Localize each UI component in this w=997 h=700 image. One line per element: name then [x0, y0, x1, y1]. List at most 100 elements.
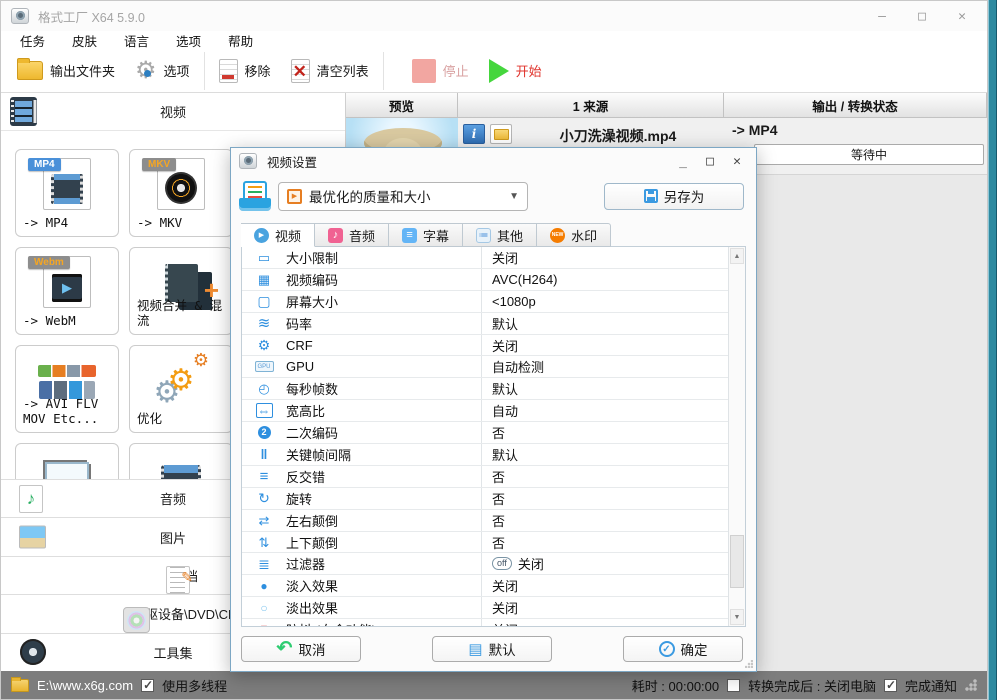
setting-value-text: 否 — [492, 535, 506, 551]
shutdown-after-checkbox[interactable] — [727, 678, 741, 692]
tab-other[interactable]: 其他 — [463, 223, 538, 247]
settings-row[interactable]: 过滤器 off 关闭 — [242, 553, 728, 576]
setting-value[interactable]: 关闭 — [481, 247, 728, 268]
tab-watermark[interactable]: 水印 — [537, 223, 612, 247]
settings-row[interactable]: 淡出效果 关闭 — [242, 597, 728, 620]
card-label: 视频合并 & 混流 — [137, 297, 223, 329]
settings-scrollbar[interactable]: ▲ ▼ — [728, 247, 745, 626]
settings-row[interactable]: 屏幕大小 <1080p — [242, 290, 728, 313]
watermark-tab-icon — [550, 227, 566, 243]
default-doc-icon: ▤ — [468, 640, 483, 658]
card-webm[interactable]: Webm -> WebM — [15, 247, 119, 335]
resize-grip[interactable] — [965, 679, 977, 691]
dialog-minimize-icon[interactable]: _ — [676, 154, 690, 169]
window-title: 格式工厂 X64 5.9.0 — [38, 10, 145, 25]
scrollbar-thumb[interactable] — [730, 535, 744, 589]
setting-value[interactable]: 否 — [481, 465, 728, 487]
menu-item[interactable]: 帮助 — [228, 31, 253, 50]
settings-row[interactable]: CRF 关闭 — [242, 334, 728, 357]
menu-item[interactable]: 任务 — [20, 31, 45, 50]
stop-button[interactable]: 停止 — [402, 52, 479, 90]
setting-value[interactable]: off 关闭 — [481, 553, 728, 575]
start-button[interactable]: 开始 — [479, 52, 552, 90]
close-icon[interactable]: ✕ — [955, 9, 969, 24]
output-path-folder-icon[interactable] — [11, 676, 29, 692]
setting-value[interactable]: 关闭 — [481, 597, 728, 619]
settings-row[interactable]: 左右颠倒 否 — [242, 509, 728, 532]
setting-value[interactable]: <1080p — [481, 290, 728, 312]
settings-row[interactable]: 防抖 (白金功能) 关闭 — [242, 619, 728, 626]
settings-row[interactable]: 二次编码 否 — [242, 422, 728, 445]
setting-value[interactable]: AVC(H264) — [481, 268, 728, 290]
settings-row[interactable]: 上下颠倒 否 — [242, 531, 728, 554]
card-avi-flv-mov[interactable]: -> AVI FLV MOV Etc... — [15, 345, 119, 433]
card-mp4[interactable]: MP4 -> MP4 — [15, 149, 119, 237]
info-icon[interactable]: i — [463, 124, 485, 144]
setting-value[interactable]: 关闭 — [481, 575, 728, 597]
card-optimize[interactable]: 优化 — [129, 345, 233, 433]
setting-value[interactable]: 自动检测 — [481, 356, 728, 378]
setting-value[interactable]: 默认 — [481, 444, 728, 465]
setting-value-text: 否 — [492, 491, 506, 507]
dialog-close-icon[interactable]: ✕ — [730, 154, 744, 169]
scroll-up-icon[interactable]: ▲ — [730, 248, 744, 264]
scroll-down-icon[interactable]: ▼ — [730, 609, 744, 625]
preset-select[interactable]: 最优化的质量和大小 ▼ — [278, 181, 528, 211]
settings-row[interactable]: 旋转 否 — [242, 487, 728, 510]
setting-value[interactable]: 默认 — [481, 378, 728, 400]
options-button[interactable]: ⚙ 选项 — [125, 52, 200, 90]
menu-item[interactable]: 皮肤 — [72, 31, 97, 50]
settings-row[interactable]: 淡入效果 关闭 — [242, 575, 728, 598]
settings-row[interactable]: 码率 默认 — [242, 312, 728, 335]
setting-value-text: <1080p — [492, 293, 536, 309]
open-folder-icon[interactable] — [490, 124, 512, 144]
setting-value[interactable]: 否 — [481, 509, 728, 531]
toolbar-separator — [203, 51, 205, 90]
setting-value[interactable]: 关闭 — [481, 619, 728, 626]
setting-value[interactable]: 默认 — [481, 312, 728, 334]
column-preview[interactable]: 预览 — [346, 93, 458, 118]
settings-row[interactable]: 宽高比 自动 — [242, 400, 728, 423]
card-crop-partial[interactable] — [15, 443, 119, 480]
card-clip-partial[interactable] — [129, 443, 233, 480]
setting-value[interactable]: 否 — [481, 422, 728, 444]
output-folder-button[interactable]: 输出文件夹 — [7, 52, 125, 90]
dialog-maximize-icon[interactable]: □ — [703, 154, 717, 169]
card-mkv[interactable]: MKV -> MKV — [129, 149, 233, 237]
default-button[interactable]: ▤ 默认 — [432, 636, 552, 662]
menu-item[interactable]: 语言 — [124, 31, 149, 50]
card-video-merge[interactable]: 视频合并 & 混流 — [129, 247, 233, 335]
setting-value[interactable]: 否 — [481, 487, 728, 509]
category-header-video[interactable]: 视频 — [1, 93, 345, 131]
settings-row[interactable]: 每秒帧数 默认 — [242, 378, 728, 401]
cancel-button[interactable]: ↶ 取消 — [241, 636, 361, 662]
clear-list-label: 清空列表 — [316, 64, 369, 79]
column-output-status[interactable]: 输出 / 转换状态 — [724, 93, 987, 118]
output-path[interactable]: E:\www.x6g.com — [37, 678, 133, 693]
multithread-checkbox[interactable] — [141, 678, 155, 692]
setting-value[interactable]: 自动 — [481, 400, 728, 422]
notify-checkbox[interactable] — [883, 678, 897, 692]
settings-row[interactable]: 关键帧间隔 默认 — [242, 444, 728, 466]
setting-value-text: 默认 — [492, 447, 519, 463]
menu-item[interactable]: 选项 — [176, 31, 201, 50]
settings-row[interactable]: GPU 自动检测 — [242, 356, 728, 379]
settings-row[interactable]: 反交错 否 — [242, 465, 728, 488]
save-as-button[interactable]: 另存为 — [604, 182, 744, 210]
screen-size-icon — [256, 294, 273, 308]
tab-subtitle[interactable]: 字幕 — [389, 223, 464, 247]
crf-icon — [256, 338, 273, 352]
remove-button[interactable]: 移除 — [209, 52, 281, 90]
settings-row[interactable]: 大小限制 关闭 — [242, 247, 728, 269]
tab-audio[interactable]: 音频 — [315, 223, 390, 247]
tab-label: 其他 — [497, 228, 524, 244]
minimize-icon[interactable]: – — [875, 9, 889, 24]
settings-row[interactable]: 视频编码 AVC(H264) — [242, 268, 728, 291]
clear-list-button[interactable]: 清空列表 — [281, 52, 379, 90]
ok-button[interactable]: ✓ 确定 — [623, 636, 743, 662]
tab-video[interactable]: 视频 — [241, 223, 316, 247]
maximize-icon[interactable]: □ — [915, 9, 929, 24]
column-source[interactable]: 1 来源 — [458, 93, 724, 118]
setting-value[interactable]: 关闭 — [481, 334, 728, 356]
setting-value[interactable]: 否 — [481, 531, 728, 553]
